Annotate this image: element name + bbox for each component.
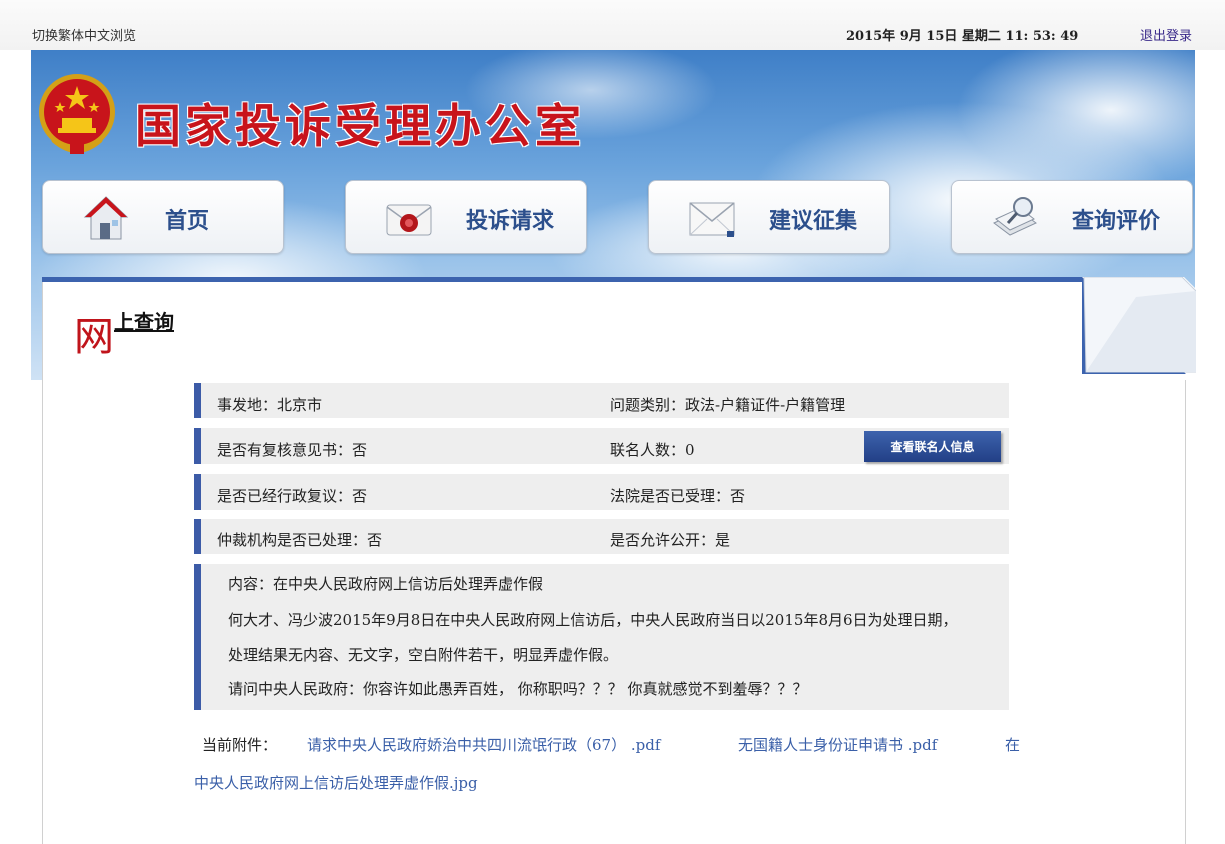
complaint-content: 内容：在中央人民政府网上信访后处理弄虚作假 何大才、冯少波2015年9月8日在中… bbox=[194, 564, 1009, 710]
section-title-text: 上查询 bbox=[114, 310, 174, 334]
house-icon bbox=[83, 196, 129, 240]
content-line: 何大才、冯少波2015年9月8日在中央人民政府网上信访后，中央人民政府当日以20… bbox=[228, 611, 958, 629]
nav-home-label: 首页 bbox=[165, 208, 210, 234]
logout-link[interactable]: 退出登录 bbox=[1140, 25, 1192, 44]
nav-complaint-button[interactable]: 投诉请求 bbox=[345, 180, 587, 254]
detail-row: 是否已经行政复议：否 法院是否已受理：否 bbox=[194, 474, 1009, 510]
section-title: 网 上查询 bbox=[74, 304, 174, 362]
top-bar: 切换繁体中文浏览 2015年 9月 15日 星期二 11: 53: 49 退出登… bbox=[0, 0, 1225, 50]
site-title: 国家投诉受理办公室 bbox=[135, 99, 585, 153]
detail-review-opinion: 是否有复核意见书：否 bbox=[217, 441, 368, 459]
nav-home-button[interactable]: 首页 bbox=[42, 180, 284, 254]
detail-location: 事发地：北京市 bbox=[217, 396, 323, 414]
detail-row: 事发地：北京市 问题类别：政法-户籍证件-户籍管理 bbox=[194, 383, 1009, 418]
page-curl-decoration bbox=[1076, 277, 1196, 380]
view-signers-button[interactable]: 查看联名人信息 bbox=[864, 431, 1001, 462]
envelope-seal-icon bbox=[386, 204, 432, 236]
attachment-link[interactable]: 在 bbox=[1005, 734, 1020, 755]
nav-query-label: 查询评价 bbox=[1072, 208, 1161, 234]
detail-signer-count: 联名人数：0 bbox=[610, 441, 695, 459]
national-emblem-icon bbox=[39, 74, 115, 154]
mail-letter-icon bbox=[689, 202, 735, 237]
search-document-icon bbox=[993, 197, 1037, 236]
nav-suggestion-button[interactable]: 建议征集 bbox=[648, 180, 890, 254]
detail-arbitration: 仲裁机构是否已处理：否 bbox=[217, 531, 383, 549]
content-panel bbox=[42, 280, 1186, 844]
attachment-link[interactable]: 无国籍人士身份证申请书 .pdf bbox=[738, 734, 937, 755]
nav-complaint-label: 投诉请求 bbox=[466, 208, 555, 234]
detail-public-allowed: 是否允许公开：是 bbox=[610, 531, 731, 549]
detail-admin-review: 是否已经行政复议：否 bbox=[217, 487, 368, 505]
attachment-link[interactable]: 中央人民政府网上信访后处理弄虚作假.jpg bbox=[194, 772, 478, 793]
content-line: 内容：在中央人民政府网上信访后处理弄虚作假 bbox=[228, 575, 544, 593]
content-line: 处理结果无内容、无文字，空白附件若干，明显弄虚作假。 bbox=[228, 646, 619, 664]
nav-suggestion-label: 建议征集 bbox=[769, 208, 858, 234]
attachments-label: 当前附件： bbox=[202, 736, 278, 754]
content-line: 请问中央人民政府：你容许如此愚弄百姓， 你称职吗？？？ 你真就感觉不到羞辱？？？ bbox=[228, 680, 808, 698]
detail-court-accepted: 法院是否已受理：否 bbox=[610, 487, 746, 505]
datetime-display: 2015年 9月 15日 星期二 11: 53: 49 bbox=[846, 29, 1079, 44]
section-title-big-char: 网 bbox=[74, 314, 114, 360]
detail-row: 仲裁机构是否已处理：否 是否允许公开：是 bbox=[194, 519, 1009, 554]
detail-category: 问题类别：政法-户籍证件-户籍管理 bbox=[610, 396, 846, 414]
attachment-link[interactable]: 请求中央人民政府娇治中共四川流氓行政（67） .pdf bbox=[307, 734, 660, 755]
switch-traditional-link[interactable]: 切换繁体中文浏览 bbox=[32, 25, 136, 44]
nav-query-button[interactable]: 查询评价 bbox=[951, 180, 1193, 254]
panel-top-border bbox=[42, 277, 1082, 282]
